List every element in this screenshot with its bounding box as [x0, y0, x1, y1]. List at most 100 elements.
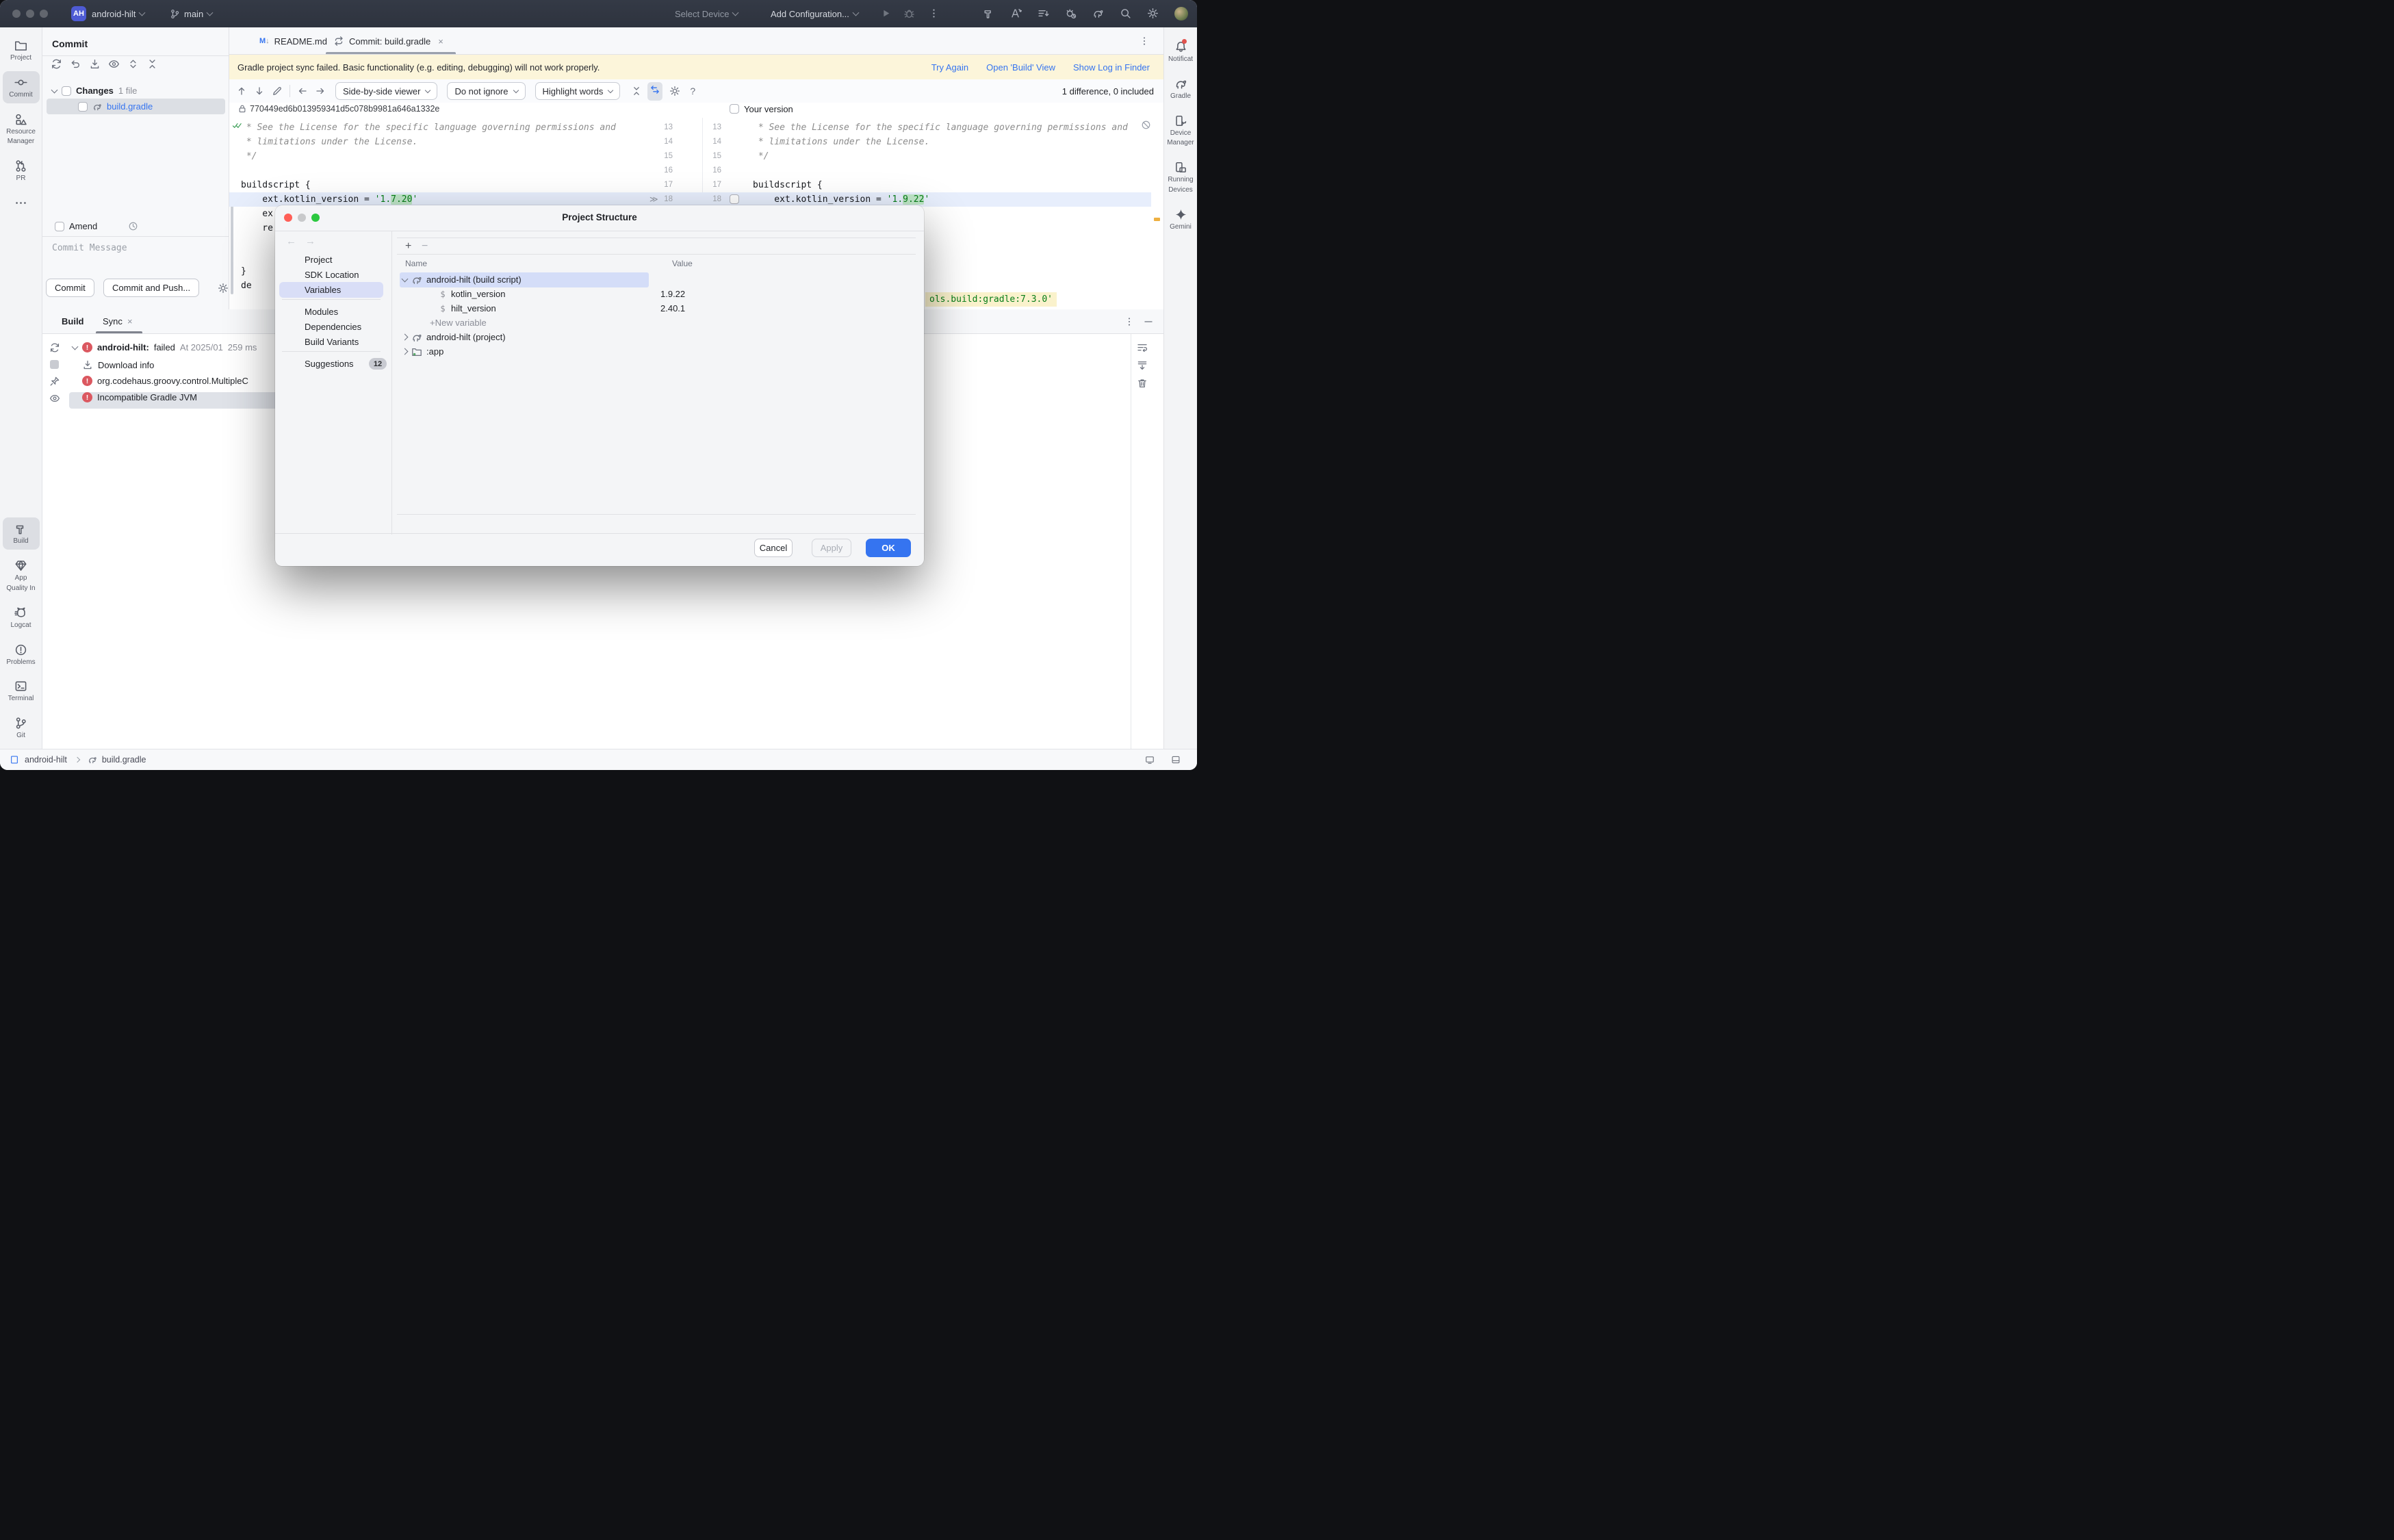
viewer-mode-dropdown[interactable]: Side-by-side viewer — [335, 82, 437, 100]
file-checkbox[interactable] — [78, 102, 88, 112]
collapse-all-icon[interactable] — [146, 58, 158, 70]
dialog-sidebar-item-dependencies[interactable]: Dependencies — [279, 319, 383, 335]
rail-item-terminal[interactable]: Terminal — [3, 675, 40, 707]
banner-action-show-log-in-finder[interactable]: Show Log in Finder — [1073, 62, 1150, 73]
settings-icon[interactable] — [1147, 8, 1159, 19]
tab-options-icon[interactable] — [1139, 36, 1150, 47]
tab-build[interactable]: Build — [62, 316, 84, 326]
your-version-checkbox[interactable] — [730, 104, 739, 114]
breadcrumb-file[interactable]: build.gradle — [102, 755, 146, 765]
dialog-sidebar-item-variables[interactable]: Variables — [279, 282, 383, 298]
column-header-value[interactable]: Value — [672, 259, 693, 268]
run-icon[interactable] — [880, 8, 892, 19]
build-tree-row[interactable]: !Incompatible Gradle JVM — [82, 392, 197, 402]
zoom-window-button[interactable] — [40, 10, 48, 18]
expand-all-icon[interactable] — [127, 58, 139, 70]
profiler-icon[interactable] — [1065, 8, 1077, 19]
search-icon[interactable] — [1120, 8, 1131, 19]
add-variable-button[interactable]: + — [405, 241, 411, 252]
table-row-hilt-version[interactable]: $hilt_version — [430, 301, 496, 316]
rail-item-resource-manager[interactable]: ResourceManager — [3, 108, 40, 151]
ai-assistant-icon[interactable] — [1010, 8, 1022, 19]
build-tree-row[interactable]: !android-hilt: failed At 2025/01 259 ms — [73, 342, 257, 352]
rail-item-logcat[interactable]: Logcat — [3, 602, 40, 634]
whitespace-dropdown[interactable]: Do not ignore — [447, 82, 525, 100]
rail-item-gemini[interactable]: Gemini — [1162, 203, 1197, 235]
hide-panel-icon[interactable] — [1143, 316, 1154, 327]
soft-wrap-icon[interactable] — [1137, 342, 1148, 353]
rail-item-pr[interactable]: PR — [3, 155, 40, 187]
banner-action-try-again[interactable]: Try Again — [931, 62, 968, 73]
tab-sync[interactable]: Sync — [103, 316, 123, 326]
highlight-mode-dropdown[interactable]: Highlight words — [535, 82, 621, 100]
dialog-sidebar-item-modules[interactable]: Modules — [279, 304, 383, 320]
tool-window-layout-icon[interactable] — [1171, 755, 1181, 765]
more-actions-icon[interactable] — [928, 8, 940, 19]
previous-change-icon[interactable] — [236, 86, 247, 97]
changed-file-row[interactable]: build.gradle — [78, 101, 153, 112]
dialog-sidebar-item-build-variants[interactable]: Build Variants — [279, 334, 383, 350]
screen-sharing-icon[interactable] — [1145, 755, 1155, 765]
table-row-kotlin-version[interactable]: $kotlin_version — [430, 287, 506, 301]
remove-variable-button[interactable]: − — [422, 241, 428, 252]
scroll-to-end-icon[interactable] — [1137, 360, 1148, 371]
apply-button[interactable]: Apply — [812, 539, 851, 557]
build-tree-row[interactable]: Download info — [82, 359, 154, 370]
rail-item-git[interactable]: Git — [3, 712, 40, 744]
close-tab-icon[interactable]: × — [438, 36, 443, 47]
previous-file-icon[interactable] — [297, 86, 308, 97]
pin-icon[interactable] — [49, 376, 60, 387]
editor-tab-readme-md[interactable]: M↓README.md — [259, 27, 327, 55]
changes-checkbox[interactable] — [62, 86, 71, 96]
sync-status-icon[interactable] — [1038, 8, 1049, 19]
rail-item-app-quality-insights[interactable]: AppQuality In — [3, 554, 40, 597]
rail-item-problems[interactable]: Problems — [3, 639, 40, 671]
close-window-button[interactable] — [12, 10, 21, 18]
rail-item-build[interactable]: Build — [3, 517, 40, 550]
next-file-icon[interactable] — [315, 86, 326, 97]
rail-item-commit[interactable]: Commit — [3, 71, 40, 103]
banner-action-open-build-view[interactable]: Open 'Build' View — [986, 62, 1055, 73]
editor-tab-commit-build-gradle[interactable]: Commit: build.gradle× — [333, 27, 443, 55]
rail-item-notifications[interactable]: Notificat — [1162, 36, 1197, 68]
breadcrumb-project[interactable]: android-hilt — [25, 755, 67, 765]
select-device-dropdown[interactable]: Select Device — [675, 0, 738, 27]
gradle-sync-icon[interactable] — [1092, 8, 1104, 19]
rail-item-gradle[interactable]: Gradle — [1162, 73, 1197, 105]
run-configuration-dropdown[interactable]: Add Configuration... — [771, 0, 858, 27]
changes-group-row[interactable]: Changes 1 file — [52, 86, 137, 96]
view-options-icon[interactable] — [108, 58, 120, 70]
rollback-icon[interactable] — [70, 58, 81, 70]
commit-and-push-button[interactable]: Commit and Push... — [103, 279, 199, 297]
commit-button[interactable]: Commit — [46, 279, 94, 297]
synchronized-scrolling-toggle[interactable] — [647, 82, 662, 101]
clear-all-icon[interactable] — [1137, 378, 1148, 389]
dialog-sidebar-item-project[interactable]: Project — [279, 252, 383, 268]
row-value[interactable]: 1.9.22 — [660, 287, 685, 301]
commit-message-input[interactable]: Commit Message — [52, 243, 127, 253]
user-avatar[interactable] — [1174, 7, 1188, 21]
rail-item-project[interactable]: Project — [3, 34, 40, 66]
rail-item-device-manager[interactable]: DeviceManager — [1162, 110, 1197, 152]
back-icon[interactable]: ← — [286, 235, 296, 247]
minimize-window-button[interactable] — [26, 10, 34, 18]
amend-checkbox[interactable] — [55, 222, 64, 231]
dialog-sidebar-item-sdk-location[interactable]: SDK Location — [279, 267, 383, 283]
shelve-icon[interactable] — [89, 58, 101, 70]
branch-switcher[interactable]: main — [170, 0, 212, 27]
chevron-right-icon[interactable] — [402, 334, 409, 341]
project-switcher[interactable]: android-hilt — [92, 0, 144, 27]
ok-button[interactable]: OK — [866, 539, 911, 557]
table-row-android-hilt-project-[interactable]: android-hilt (project) — [402, 330, 506, 344]
chevron-right-icon[interactable] — [402, 348, 409, 355]
dialog-sidebar-item-suggestions[interactable]: Suggestions — [279, 356, 383, 372]
table-row--new-variable[interactable]: +New variable — [430, 316, 487, 330]
close-sync-tab-icon[interactable]: × — [127, 316, 133, 326]
panel-options-icon[interactable] — [1124, 316, 1135, 327]
rail-item-more[interactable] — [3, 192, 40, 214]
collapse-unchanged-icon[interactable] — [631, 86, 642, 97]
help-button[interactable]: ? — [690, 86, 695, 97]
table-row-android-hilt-build-script-[interactable]: android-hilt (build script) — [402, 272, 522, 287]
view-options-icon[interactable] — [49, 393, 60, 404]
rail-item-running-devices[interactable]: RunningDevices — [1162, 156, 1197, 198]
